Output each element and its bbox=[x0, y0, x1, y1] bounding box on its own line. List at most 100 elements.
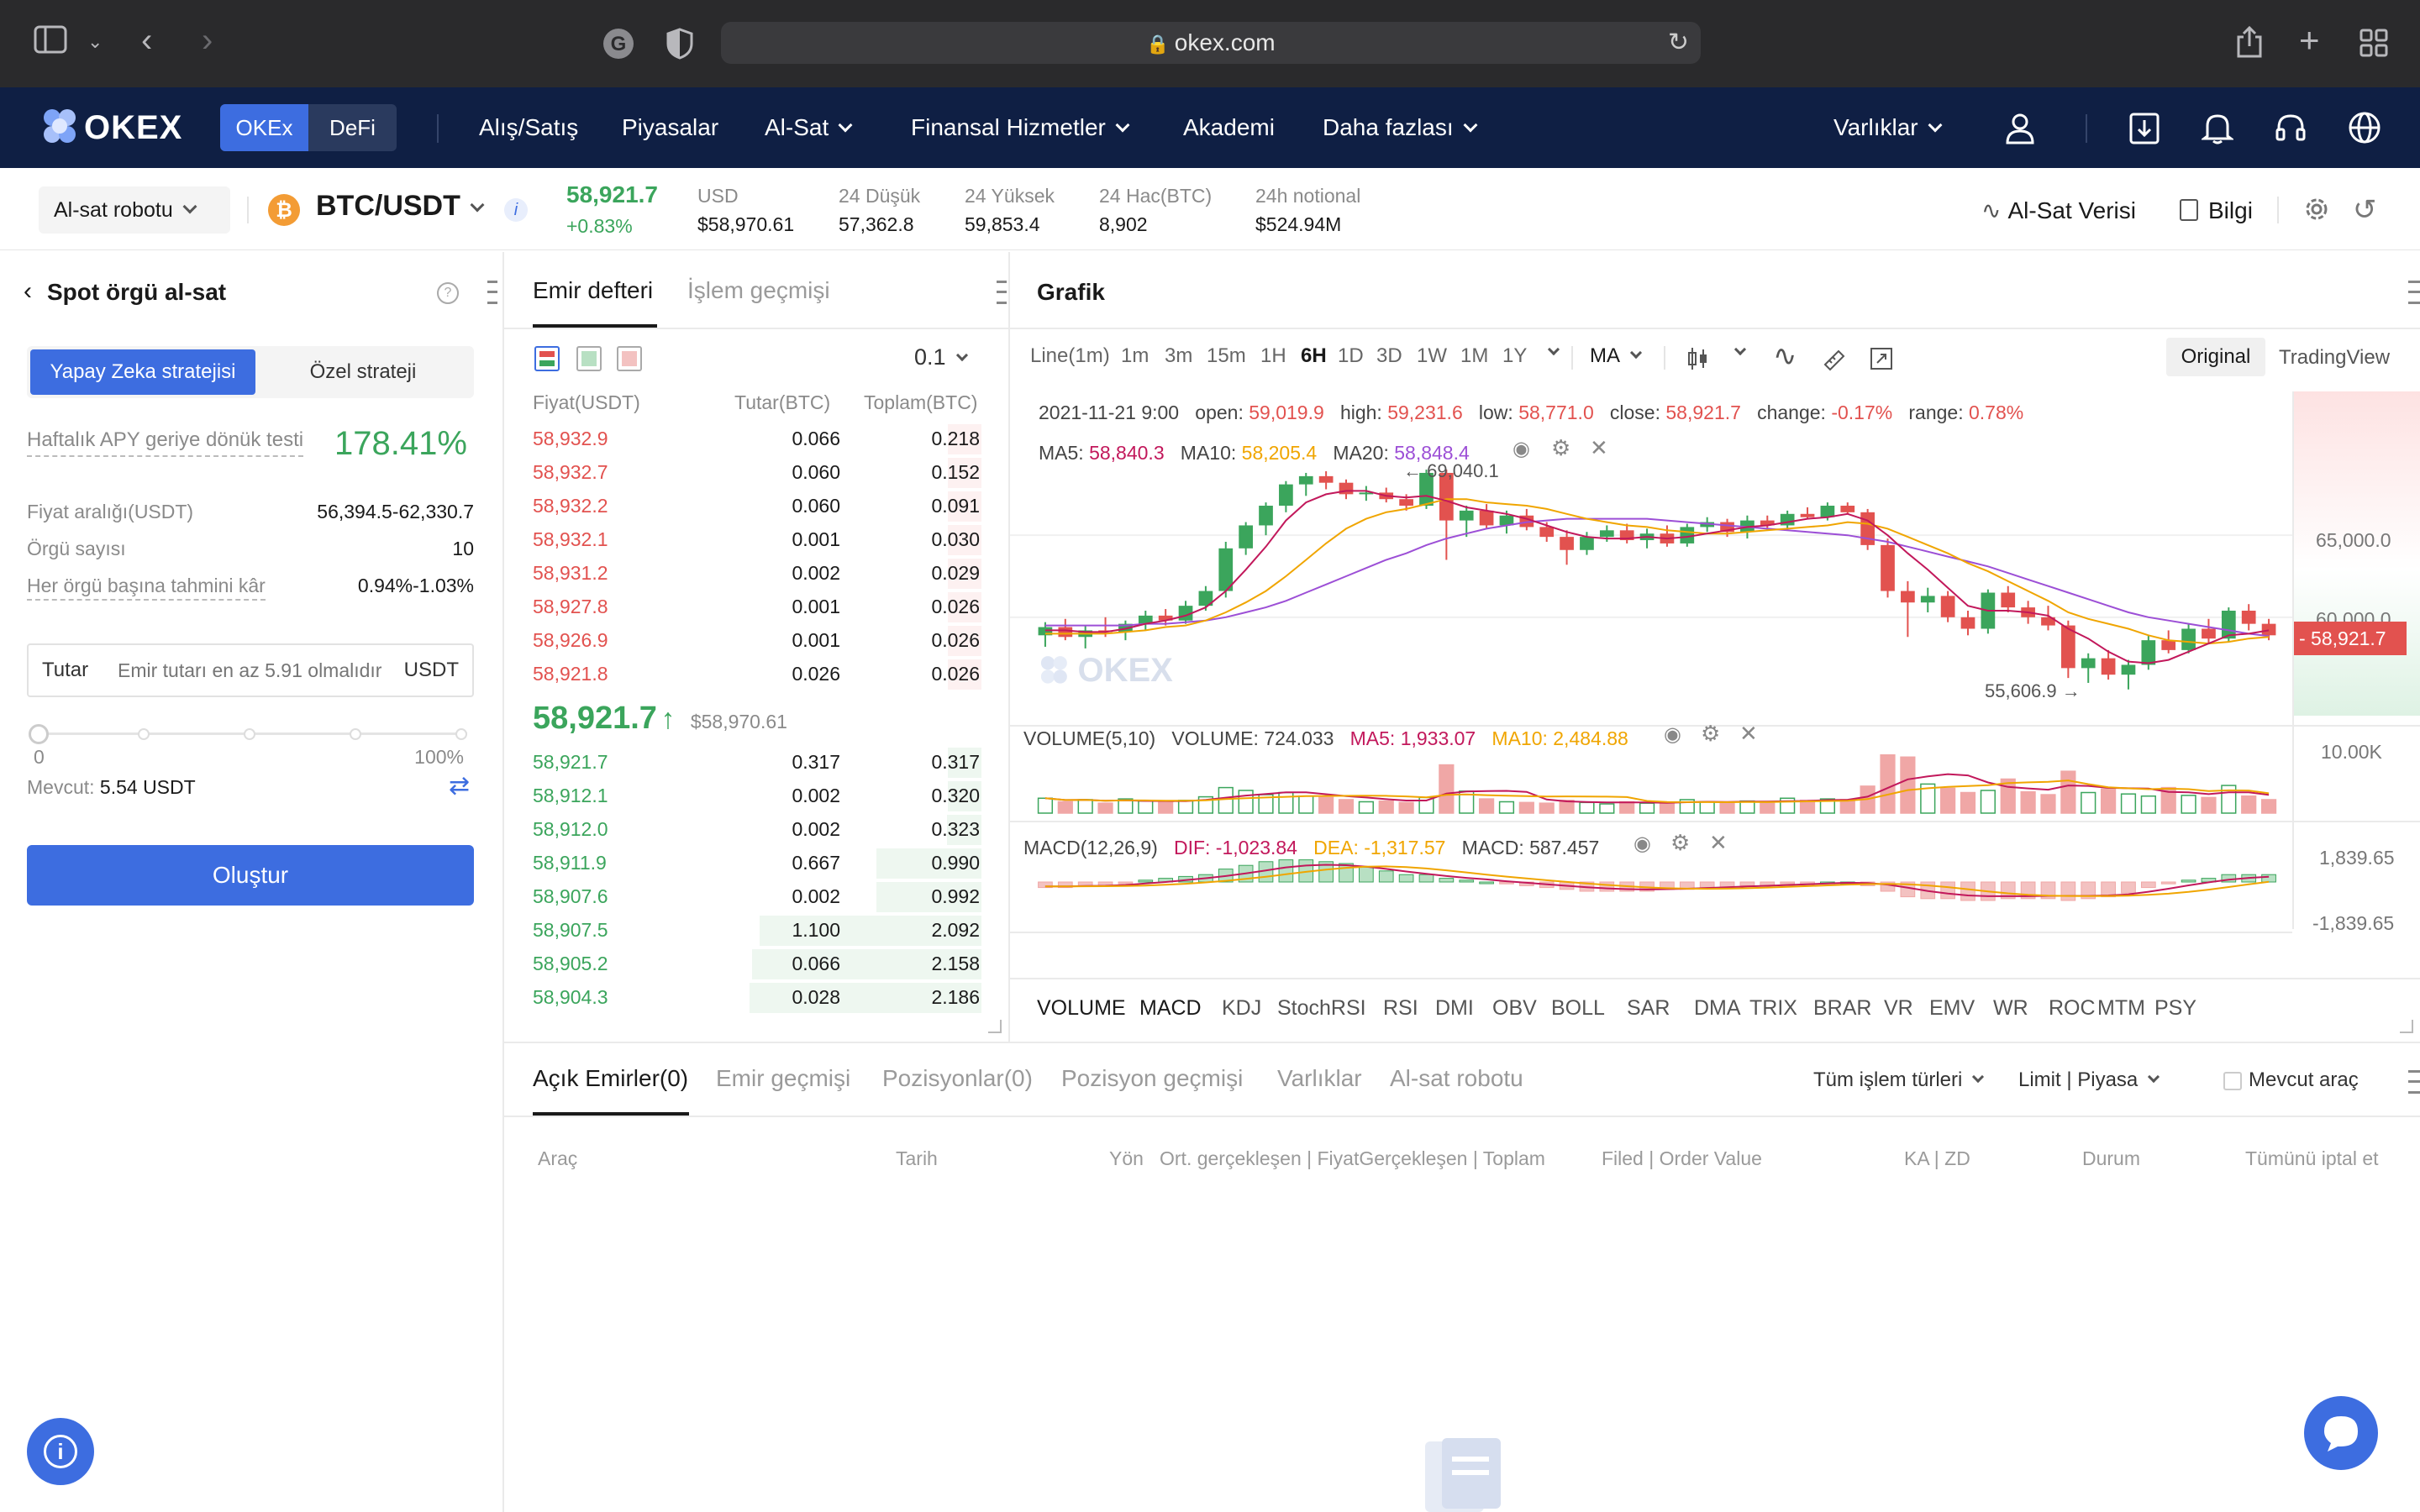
nav-assets[interactable]: Varlıklar bbox=[1833, 87, 1943, 168]
last-price-row[interactable]: 58,921.7 ↑ $58,970.61 bbox=[533, 701, 787, 737]
eye-icon[interactable]: ◉ bbox=[1634, 832, 1651, 856]
indicator-emv[interactable]: EMV bbox=[1929, 996, 1975, 1021]
filter-order-type[interactable]: Limit | Piyasa bbox=[2018, 1068, 2160, 1092]
ask-row[interactable]: 58,932.1 0.001 0.030 bbox=[533, 523, 981, 557]
chat-support-button[interactable] bbox=[2304, 1396, 2378, 1470]
settings-gear-icon[interactable]: ⚙ bbox=[1701, 721, 1720, 747]
indicator-sar[interactable]: SAR bbox=[1627, 996, 1670, 1021]
notification-bell-icon[interactable] bbox=[2200, 111, 2235, 149]
bid-row[interactable]: 58,921.7 0.317 0.317 bbox=[533, 746, 981, 780]
draw-tool-icon[interactable] bbox=[1822, 346, 1847, 375]
tab-trade-history[interactable]: İşlem geçmişi bbox=[687, 277, 830, 304]
amount-input[interactable] bbox=[118, 655, 417, 685]
ask-row[interactable]: 58,932.9 0.066 0.218 bbox=[533, 423, 981, 456]
tf-1d[interactable]: 1D bbox=[1338, 344, 1364, 368]
candlestick-chart[interactable] bbox=[1010, 386, 2420, 974]
chevron-down-icon[interactable]: ⌄ bbox=[87, 25, 103, 59]
amount-field[interactable]: Tutar USDT bbox=[27, 643, 474, 697]
tab-order-history[interactable]: Emir geçmişi bbox=[716, 1065, 850, 1092]
view-tradingview[interactable]: TradingView bbox=[2279, 346, 2390, 370]
tf-more-chevron-icon[interactable] bbox=[1538, 341, 1560, 365]
okex-defi-toggle[interactable]: OKEx DeFi bbox=[220, 104, 397, 151]
trade-data-link[interactable]: ∿ Al-Sat Verisi bbox=[1981, 197, 2136, 224]
view-original[interactable]: Original bbox=[2166, 338, 2265, 376]
create-button[interactable]: Oluştur bbox=[27, 845, 474, 906]
filter-trade-type[interactable]: Tüm işlem türleri bbox=[1813, 1068, 1985, 1092]
ask-row[interactable]: 58,927.8 0.001 0.026 bbox=[533, 591, 981, 624]
tab-positions[interactable]: Pozisyonlar(0) bbox=[882, 1065, 1033, 1092]
tf-1m[interactable]: 1m bbox=[1121, 344, 1149, 368]
bid-row[interactable]: 58,912.0 0.002 0.323 bbox=[533, 813, 981, 847]
indicator-volume[interactable]: VOLUME bbox=[1037, 996, 1126, 1021]
ma-select[interactable]: MA bbox=[1590, 344, 1643, 368]
pair-select[interactable]: BTC/USDT bbox=[316, 190, 485, 223]
language-globe-icon[interactable] bbox=[2348, 111, 2381, 149]
tf-1mo[interactable]: 1M bbox=[1460, 344, 1488, 368]
indicator-trix[interactable]: TRIX bbox=[1749, 996, 1797, 1021]
tf-1h[interactable]: 1H bbox=[1260, 344, 1286, 368]
tf-15m[interactable]: 15m bbox=[1207, 344, 1246, 368]
ask-row[interactable]: 58,931.2 0.002 0.029 bbox=[533, 557, 981, 591]
tab-position-history[interactable]: Pozisyon geçmişi bbox=[1061, 1065, 1243, 1092]
bid-row[interactable]: 58,912.1 0.002 0.320 bbox=[533, 780, 981, 813]
close-icon[interactable]: ✕ bbox=[1739, 721, 1758, 747]
indicator-stochrsi[interactable]: StochRSI bbox=[1277, 996, 1366, 1021]
indicator-psy[interactable]: PSY bbox=[2154, 996, 2196, 1021]
reload-icon[interactable]: ↻ bbox=[1668, 22, 1689, 64]
amount-slider[interactable] bbox=[29, 724, 467, 744]
download-icon[interactable] bbox=[2129, 113, 2160, 149]
tf-3d[interactable]: 3D bbox=[1376, 344, 1402, 368]
indicator-mtm[interactable]: MTM bbox=[2097, 996, 2145, 1021]
close-icon[interactable]: ✕ bbox=[1709, 830, 1728, 856]
tab-overview-icon[interactable] bbox=[2360, 29, 2388, 66]
nav-item-more[interactable]: Daha fazlası bbox=[1323, 87, 1478, 168]
indicator-kdj[interactable]: KDJ bbox=[1222, 996, 1261, 1021]
robot-select[interactable]: Al-sat robotu bbox=[39, 186, 230, 234]
transfer-icon[interactable]: ⇄ bbox=[449, 771, 470, 801]
indicator-boll[interactable]: BOLL bbox=[1551, 996, 1605, 1021]
tab-ai-strategy[interactable]: Yapay Zeka stratejisi bbox=[30, 349, 255, 395]
support-headset-icon[interactable] bbox=[2274, 111, 2307, 149]
tab-open-orders[interactable]: Açık Emirler(0) bbox=[533, 1065, 688, 1092]
bid-row[interactable]: 58,905.2 0.066 2.158 bbox=[533, 948, 981, 981]
indicator-rsi[interactable]: RSI bbox=[1383, 996, 1418, 1021]
indicator-line-icon[interactable]: ∿ bbox=[1773, 339, 1797, 373]
current-instrument-checkbox[interactable]: Mevcut araç bbox=[2223, 1068, 2359, 1092]
ask-row[interactable]: 58,932.7 0.060 0.152 bbox=[533, 456, 981, 490]
back-icon[interactable]: ‹ bbox=[24, 277, 32, 306]
back-icon[interactable]: ‹ bbox=[141, 24, 152, 57]
resize-corner-icon[interactable] bbox=[988, 1020, 1002, 1033]
drag-handle-icon[interactable] bbox=[487, 281, 497, 304]
ask-row[interactable]: 58,932.2 0.060 0.091 bbox=[533, 490, 981, 523]
sidebar-toggle-icon[interactable] bbox=[34, 25, 67, 63]
drag-handle-icon[interactable] bbox=[997, 281, 1007, 304]
bid-row[interactable]: 58,911.9 0.667 0.990 bbox=[533, 847, 981, 880]
indicator-dmi[interactable]: DMI bbox=[1435, 996, 1474, 1021]
tf-6h[interactable]: 6H bbox=[1301, 344, 1327, 368]
eye-icon[interactable]: ◉ bbox=[1664, 722, 1681, 747]
indicator-dma[interactable]: DMA bbox=[1694, 996, 1741, 1021]
bid-row[interactable]: 58,907.5 1.100 2.092 bbox=[533, 914, 981, 948]
tab-custom-strategy[interactable]: Özel strateji bbox=[255, 349, 471, 395]
help-icon[interactable]: ? bbox=[437, 282, 459, 304]
info-float-button[interactable]: i bbox=[27, 1418, 94, 1485]
cancel-all-button[interactable]: Tümünü iptal et bbox=[2245, 1147, 2379, 1170]
ask-row[interactable]: 58,921.8 0.026 0.026 bbox=[533, 658, 981, 691]
tf-line[interactable]: Line(1m) bbox=[1030, 344, 1110, 368]
candle-type-chevron-icon[interactable] bbox=[1724, 341, 1747, 365]
indicator-brar[interactable]: BRAR bbox=[1813, 996, 1871, 1021]
nav-item-markets[interactable]: Piyasalar bbox=[622, 87, 718, 168]
tf-1y[interactable]: 1Y bbox=[1502, 344, 1527, 368]
indicator-obv[interactable]: OBV bbox=[1492, 996, 1537, 1021]
layout-bids-icon[interactable] bbox=[576, 346, 602, 371]
indicator-vr[interactable]: VR bbox=[1884, 996, 1913, 1021]
fullscreen-icon[interactable] bbox=[1869, 346, 1894, 375]
precision-select[interactable]: 0.1 bbox=[914, 344, 968, 370]
candle-type-icon[interactable] bbox=[1686, 346, 1711, 375]
tf-1w[interactable]: 1W bbox=[1417, 344, 1447, 368]
ask-row[interactable]: 58,926.9 0.001 0.026 bbox=[533, 624, 981, 658]
new-tab-icon[interactable]: + bbox=[2299, 23, 2320, 58]
grammarly-extension-icon[interactable]: G bbox=[602, 27, 635, 70]
nav-item-academy[interactable]: Akademi bbox=[1183, 87, 1275, 168]
nav-item-trade[interactable]: Al-Sat bbox=[765, 87, 853, 168]
